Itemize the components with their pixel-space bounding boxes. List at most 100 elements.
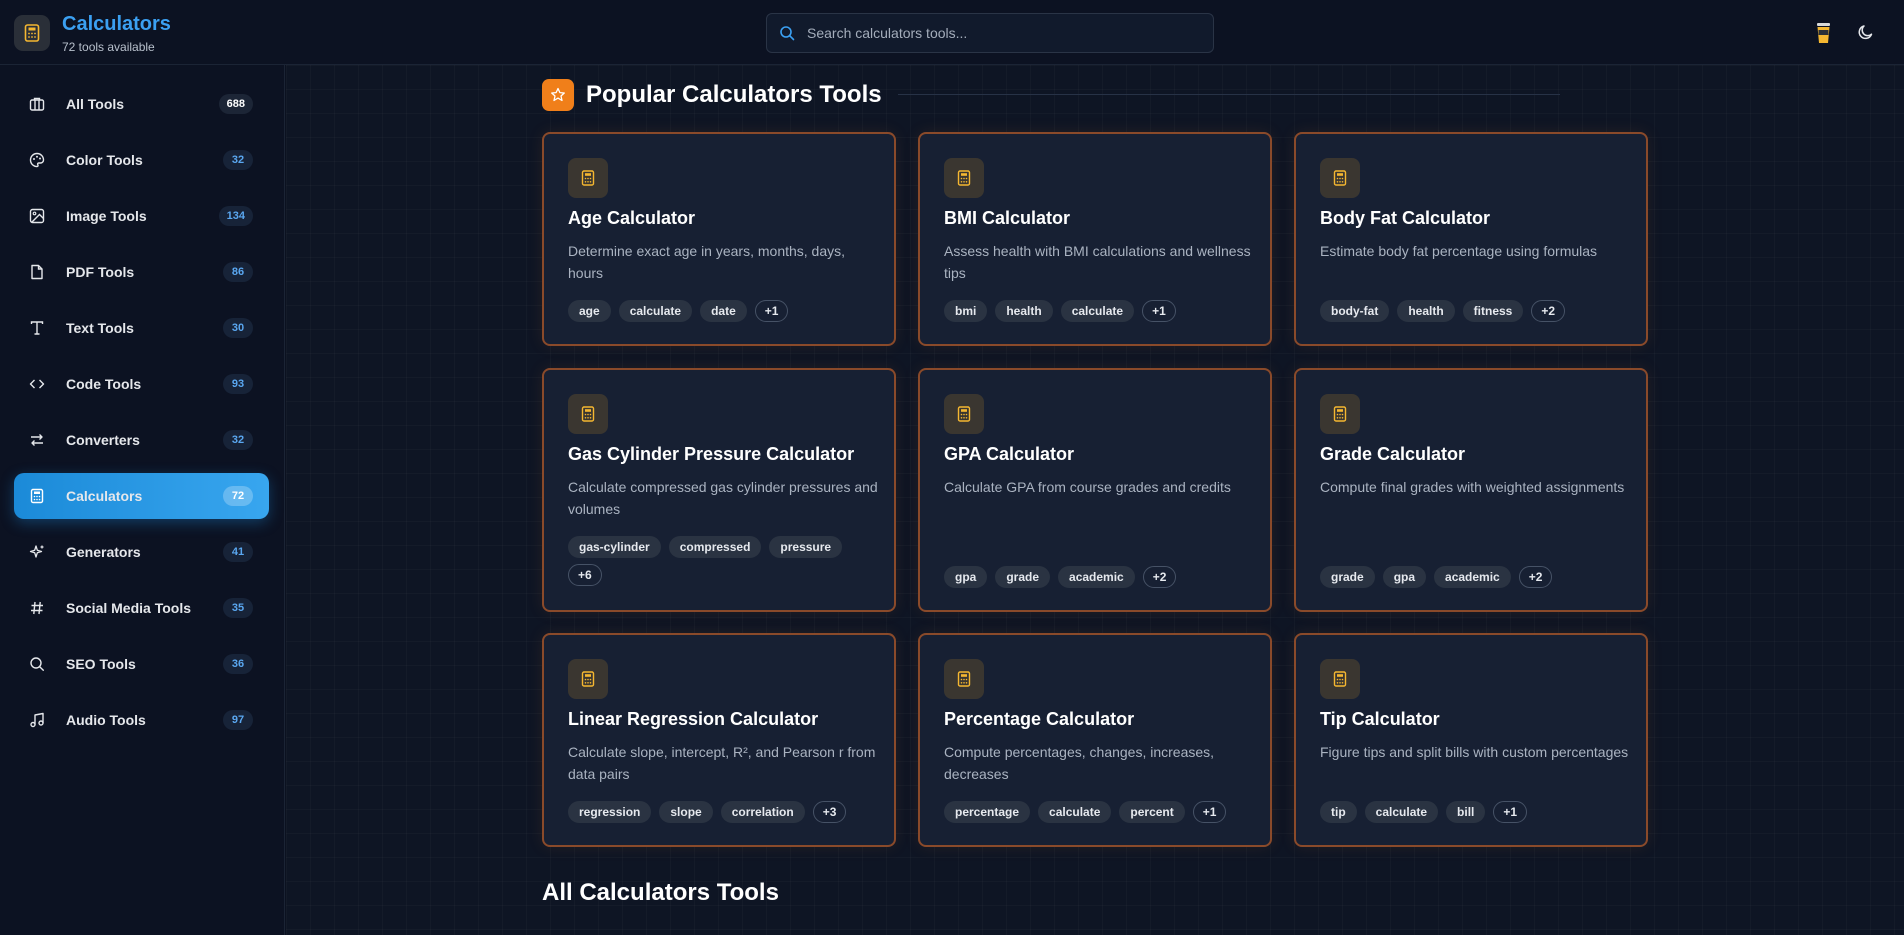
calculator-icon <box>1320 659 1360 699</box>
grid-icon <box>29 96 45 112</box>
tag: grade <box>1320 566 1375 588</box>
more-tags-badge: +2 <box>1142 566 1177 588</box>
coffee-icon[interactable] <box>1812 20 1836 51</box>
tools-available-count: 72 tools available <box>62 40 155 54</box>
sidebar-item-calculators[interactable]: Calculators 72 <box>14 473 269 519</box>
tool-card-gas-cylinder-pressure-calculator[interactable]: Gas Cylinder Pressure Calculator Calcula… <box>542 368 896 612</box>
tag: academic <box>1434 566 1511 588</box>
card-description: Determine exact age in years, months, da… <box>568 243 846 281</box>
palette-icon <box>29 152 45 168</box>
calculator-icon <box>944 394 984 434</box>
tag-list: body-fat health fitness +2 <box>1320 300 1630 322</box>
sidebar-item-label: SEO Tools <box>66 656 136 672</box>
tool-card-gpa-calculator[interactable]: GPA Calculator Calculate GPA from course… <box>918 368 1272 612</box>
count-badge: 32 <box>223 430 253 450</box>
sidebar-item-generators[interactable]: Generators 41 <box>14 529 269 575</box>
more-tags-badge: +1 <box>1142 300 1176 322</box>
calculator-icon <box>14 15 50 51</box>
search-input[interactable] <box>807 14 1207 52</box>
tag-list: gpa grade academic +2 <box>944 566 1254 588</box>
tool-card-linear-regression-calculator[interactable]: Linear Regression Calculator Calculate s… <box>542 633 896 847</box>
tag: calculate <box>1038 801 1112 823</box>
sidebar: All Tools 688 Color Tools 32 Image Tools… <box>0 65 285 935</box>
calculator-icon <box>1320 158 1360 198</box>
tag: bmi <box>944 300 988 322</box>
card-description: Calculate GPA from course grades and cre… <box>944 479 1231 495</box>
sidebar-item-label: Calculators <box>66 488 143 504</box>
card-title: GPA Calculator <box>944 444 1075 464</box>
more-tags-badge: +2 <box>1518 566 1553 588</box>
sidebar-item-pdf-tools[interactable]: PDF Tools 86 <box>14 249 269 295</box>
code-icon <box>29 376 45 392</box>
sidebar-item-code-tools[interactable]: Code Tools 93 <box>14 361 269 407</box>
card-title: Linear Regression Calculator <box>568 709 819 729</box>
tool-card-body-fat-calculator[interactable]: Body Fat Calculator Estimate body fat pe… <box>1294 132 1648 346</box>
tool-card-bmi-calculator[interactable]: BMI Calculator Assess health with BMI ca… <box>918 132 1272 346</box>
arrows-icon <box>29 432 45 448</box>
count-badge: 35 <box>223 598 253 618</box>
sidebar-item-seo-tools[interactable]: SEO Tools 36 <box>14 641 269 687</box>
top-header: Calculators 72 tools available <box>0 0 1904 65</box>
more-tags-badge: +3 <box>812 801 847 823</box>
more-tags-badge: +6 <box>568 564 602 586</box>
tag-list: gas-cylinder compressed pressure +6 <box>568 536 878 586</box>
card-description: Estimate body fat percentage using formu… <box>1320 243 1598 259</box>
count-badge: 36 <box>223 654 253 674</box>
theme-toggle-moon-icon[interactable] <box>1857 23 1875 46</box>
calculator-icon <box>1320 394 1360 434</box>
tag: correlation <box>720 801 805 823</box>
search-bar[interactable] <box>766 13 1214 53</box>
count-badge: 93 <box>223 374 253 394</box>
tag-list: percentage calculate percent +1 <box>944 801 1254 823</box>
sidebar-item-label: Social Media Tools <box>66 600 191 616</box>
tag-list: age calculate date +1 <box>568 300 878 322</box>
sidebar-item-color-tools[interactable]: Color Tools 32 <box>14 137 269 183</box>
sidebar-item-image-tools[interactable]: Image Tools 134 <box>14 193 269 239</box>
section-divider <box>898 94 1560 95</box>
calculator-icon <box>29 488 45 504</box>
tag: regression <box>568 801 652 823</box>
tag-list: grade gpa academic +2 <box>1320 566 1630 588</box>
tool-card-percentage-calculator[interactable]: Percentage Calculator Compute percentage… <box>918 633 1272 847</box>
more-tags-badge: +1 <box>1192 801 1227 823</box>
sidebar-item-label: Code Tools <box>66 376 142 392</box>
hash-icon <box>29 600 45 616</box>
tag: calculate <box>1060 300 1135 322</box>
tool-card-grade-calculator[interactable]: Grade Calculator Compute final grades wi… <box>1294 368 1648 612</box>
tool-card-tip-calculator[interactable]: Tip Calculator Figure tips and split bil… <box>1294 633 1648 847</box>
card-title: Percentage Calculator <box>944 709 1135 729</box>
image-icon <box>29 208 45 224</box>
all-tools-section-title: All Calculators Tools <box>542 879 779 906</box>
card-title: Grade Calculator <box>1320 444 1466 464</box>
calculator-icon <box>944 659 984 699</box>
sidebar-item-social-media-tools[interactable]: Social Media Tools 35 <box>14 585 269 631</box>
tool-card-age-calculator[interactable]: Age Calculator Determine exact age in ye… <box>542 132 896 346</box>
calculator-icon <box>944 158 984 198</box>
card-title: BMI Calculator <box>944 208 1071 228</box>
sidebar-item-all-tools[interactable]: All Tools 688 <box>14 81 269 127</box>
sidebar-item-audio-tools[interactable]: Audio Tools 97 <box>14 697 269 743</box>
sidebar-item-label: All Tools <box>66 96 125 112</box>
tag: percentage <box>944 801 1031 823</box>
tag: gpa <box>944 566 988 588</box>
type-icon <box>29 320 45 336</box>
tag: age <box>568 300 611 322</box>
card-title: Age Calculator <box>568 208 696 228</box>
music-icon <box>29 712 45 728</box>
sidebar-item-label: Audio Tools <box>66 712 146 728</box>
card-title: Gas Cylinder Pressure Calculator <box>568 444 855 464</box>
count-badge: 86 <box>223 262 253 282</box>
tag: percent <box>1119 801 1185 823</box>
sidebar-item-label: PDF Tools <box>66 264 135 280</box>
count-badge: 97 <box>223 710 253 730</box>
tag: fitness <box>1462 300 1524 322</box>
tag: gas-cylinder <box>568 536 661 558</box>
count-badge: 134 <box>218 206 253 226</box>
tag-list: bmi health calculate +1 <box>944 300 1254 322</box>
sidebar-item-converters[interactable]: Converters 32 <box>14 417 269 463</box>
more-tags-badge: +1 <box>754 300 789 322</box>
tag: tip <box>1320 801 1357 823</box>
tag: academic <box>1058 566 1135 588</box>
card-title: Body Fat Calculator <box>1320 208 1491 228</box>
sidebar-item-text-tools[interactable]: Text Tools 30 <box>14 305 269 351</box>
